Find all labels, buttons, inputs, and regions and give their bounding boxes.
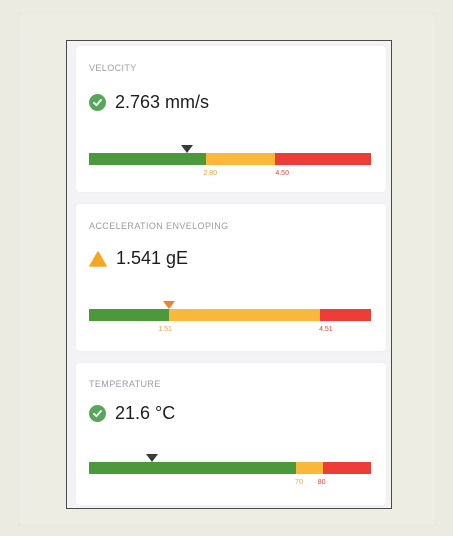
acceleration-enveloping-reading: 1.541 gE	[89, 248, 188, 269]
gauge-track	[89, 309, 371, 321]
velocity-reading: 2.763 mm/s	[89, 92, 209, 113]
check-circle-icon	[89, 405, 106, 422]
gauge-red-zone	[323, 462, 371, 474]
warning-triangle-icon	[89, 250, 107, 267]
velocity-title: VELOCITY	[89, 63, 137, 73]
check-circle-icon	[89, 94, 106, 111]
gauge-danger-threshold: 80	[317, 479, 326, 486]
acceleration-enveloping-value: 1.541 gE	[116, 248, 189, 268]
gauge-marker	[145, 454, 158, 462]
temperature-reading: 21.6 °C	[89, 403, 175, 424]
temperature-card[interactable]: TEMPERATURE 21.6 °C 70 80	[76, 363, 386, 505]
acceleration-enveloping-card[interactable]: ACCELERATION ENVELOPING 1.541 gE 1.51 4.…	[76, 204, 386, 351]
phone-screen: VELOCITY 2.763 mm/s 2.80 4.50 ACCELERATI…	[66, 40, 392, 509]
temperature-title: TEMPERATURE	[89, 379, 161, 389]
gauge-danger-threshold: 4.51	[319, 326, 333, 333]
gauge-yellow-zone	[205, 153, 276, 165]
gauge-yellow-zone	[296, 462, 324, 474]
gauge-red-zone	[320, 309, 371, 321]
gauge-danger-threshold: 4.50	[275, 170, 289, 177]
gauge-yellow-zone	[169, 309, 321, 321]
velocity-card[interactable]: VELOCITY 2.763 mm/s 2.80 4.50	[76, 46, 386, 192]
gauge-track	[89, 153, 371, 165]
acceleration-enveloping-gauge: 1.51 4.51	[89, 301, 371, 333]
velocity-gauge: 2.80 4.50	[89, 145, 371, 177]
velocity-value: 2.763 mm/s	[115, 92, 210, 112]
gauge-marker	[180, 145, 193, 153]
acceleration-enveloping-title: ACCELERATION ENVELOPING	[89, 221, 229, 231]
temperature-value: 21.6 °C	[115, 403, 176, 423]
gauge-green-zone	[89, 309, 170, 321]
gauge-alert-threshold: 2.80	[203, 170, 218, 177]
gauge-red-zone	[275, 153, 371, 165]
gauge-track	[89, 462, 371, 474]
gauge-marker	[163, 301, 176, 309]
gauge-green-zone	[89, 462, 297, 474]
gauge-green-zone	[89, 153, 206, 165]
gauge-alert-threshold: 70	[295, 479, 303, 486]
gauge-alert-threshold: 1.51	[158, 326, 172, 333]
temperature-gauge: 70 80	[89, 454, 371, 486]
